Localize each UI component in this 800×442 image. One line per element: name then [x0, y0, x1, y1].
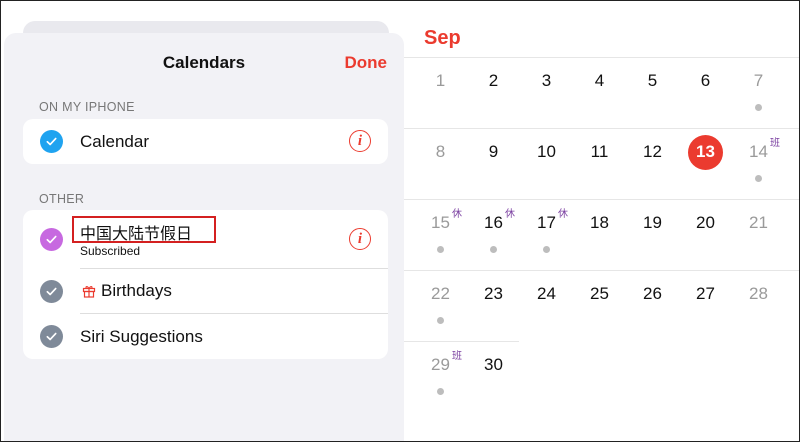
day-cell[interactable]: 25 — [573, 271, 626, 341]
calendar-row-birthdays[interactable]: Birthdays — [23, 269, 388, 313]
week-row: 22 23 24 25 26 27 28 — [404, 270, 799, 341]
checkmark-icon[interactable] — [40, 228, 63, 251]
day-cell[interactable]: 21 — [732, 200, 785, 270]
info-icon[interactable]: i — [349, 228, 371, 250]
day-number: 25 — [590, 284, 609, 303]
week-row: 1 2 3 4 5 6 7 — [404, 57, 799, 128]
day-cell[interactable]: 2 — [467, 58, 520, 128]
week-row: 8 9 10 11 12 13 14 班 — [404, 128, 799, 199]
day-cell[interactable]: 5 — [626, 58, 679, 128]
day-number: 7 — [753, 71, 764, 90]
section-header-on-my-iphone: ON MY IPHONE — [39, 100, 135, 114]
week-row: 15 休 16 休 17 休 18 19 20 21 — [404, 199, 799, 270]
day-number: 24 — [537, 284, 556, 303]
day-number: 4 — [594, 71, 605, 90]
day-cell[interactable]: 17 休 — [520, 200, 573, 270]
day-cell[interactable]: 20 — [679, 200, 732, 270]
event-dot — [437, 317, 444, 324]
calendar-name: Birthdays — [101, 281, 172, 300]
day-number: 19 — [643, 213, 662, 232]
event-dot — [755, 175, 762, 182]
day-number: 1 — [435, 71, 446, 90]
day-number: 20 — [696, 213, 715, 232]
day-cell[interactable]: 19 — [626, 200, 679, 270]
day-number: 6 — [700, 71, 711, 90]
calendar-row-calendar[interactable]: Calendar i — [23, 119, 388, 164]
day-number: 28 — [749, 284, 768, 303]
day-number: 26 — [643, 284, 662, 303]
day-number: 10 — [537, 142, 556, 161]
day-cell[interactable]: 23 — [467, 271, 520, 341]
week-row: 29 班 30 — [404, 341, 519, 412]
day-number: 11 — [590, 142, 609, 161]
day-cell[interactable]: 4 — [573, 58, 626, 128]
calendar-row-siri-suggestions[interactable]: Siri Suggestions — [23, 314, 388, 359]
calendar-name: Siri Suggestions — [80, 327, 203, 346]
day-cell[interactable]: 27 — [679, 271, 732, 341]
day-number: 13 — [696, 142, 715, 161]
day-cell[interactable]: 26 — [626, 271, 679, 341]
day-number: 27 — [696, 284, 715, 303]
annotation-highlight-box — [72, 216, 216, 243]
month-title[interactable]: Sep — [424, 27, 461, 50]
day-cell[interactable]: 15 休 — [414, 200, 467, 270]
day-number: 3 — [541, 71, 552, 90]
event-dot — [543, 246, 550, 253]
event-dot — [490, 246, 497, 253]
day-number: 2 — [488, 71, 499, 90]
day-cell[interactable]: 18 — [573, 200, 626, 270]
day-number: 22 — [431, 284, 450, 303]
day-cell[interactable]: 11 — [573, 129, 626, 199]
day-number: 23 — [484, 284, 503, 303]
day-cell[interactable]: 16 休 — [467, 200, 520, 270]
info-icon[interactable]: i — [349, 130, 371, 152]
day-cell[interactable]: 24 — [520, 271, 573, 341]
subscribed-label: Subscribed — [80, 244, 141, 258]
event-dot — [755, 104, 762, 111]
day-cell[interactable]: 12 — [626, 129, 679, 199]
section-header-other: OTHER — [39, 192, 85, 206]
holiday-tag: 休 — [452, 209, 462, 220]
day-number: 8 — [435, 142, 446, 161]
day-number: 9 — [488, 142, 499, 161]
event-dot — [437, 388, 444, 395]
day-cell[interactable]: 28 — [732, 271, 785, 341]
day-cell[interactable]: 10 — [520, 129, 573, 199]
checkmark-icon[interactable] — [40, 280, 63, 303]
day-cell[interactable]: 14 班 — [732, 129, 785, 199]
day-number: 21 — [749, 213, 768, 232]
holiday-tag: 班 — [770, 138, 780, 149]
day-cell[interactable]: 1 — [414, 58, 467, 128]
holiday-tag: 休 — [505, 209, 515, 220]
day-cell[interactable]: 3 — [520, 58, 573, 128]
checkmark-icon[interactable] — [40, 325, 63, 348]
day-cell[interactable]: 9 — [467, 129, 520, 199]
done-button[interactable]: Done — [345, 53, 388, 73]
month-grid: 1 2 3 4 5 6 7 8 9 10 11 12 13 14 班 15 休 16 休 17 休 18 19 20 21 22 2… — [404, 57, 799, 412]
holiday-tag: 休 — [558, 209, 568, 220]
day-number: 30 — [484, 355, 503, 374]
day-number: 5 — [647, 71, 658, 90]
day-cell[interactable]: 30 — [467, 342, 520, 412]
day-cell[interactable]: 22 — [414, 271, 467, 341]
event-dot — [437, 246, 444, 253]
day-number: 18 — [590, 213, 609, 232]
screenshot-frame: Sep 1 2 3 4 5 6 7 8 9 10 11 12 13 14 班 15 休 16 休 17 休 18 19 20 2… — [0, 0, 800, 442]
day-cell-today[interactable]: 13 — [679, 129, 732, 199]
checkmark-icon[interactable] — [40, 130, 63, 153]
day-number: 12 — [643, 142, 662, 161]
group-on-my-iphone: Calendar i — [23, 119, 388, 164]
day-cell[interactable]: 29 班 — [414, 342, 467, 412]
calendar-name: Calendar — [80, 132, 149, 151]
day-cell[interactable]: 6 — [679, 58, 732, 128]
holiday-tag: 班 — [452, 351, 462, 362]
gift-icon — [82, 286, 96, 298]
day-cell[interactable]: 7 — [732, 58, 785, 128]
day-cell[interactable]: 8 — [414, 129, 467, 199]
